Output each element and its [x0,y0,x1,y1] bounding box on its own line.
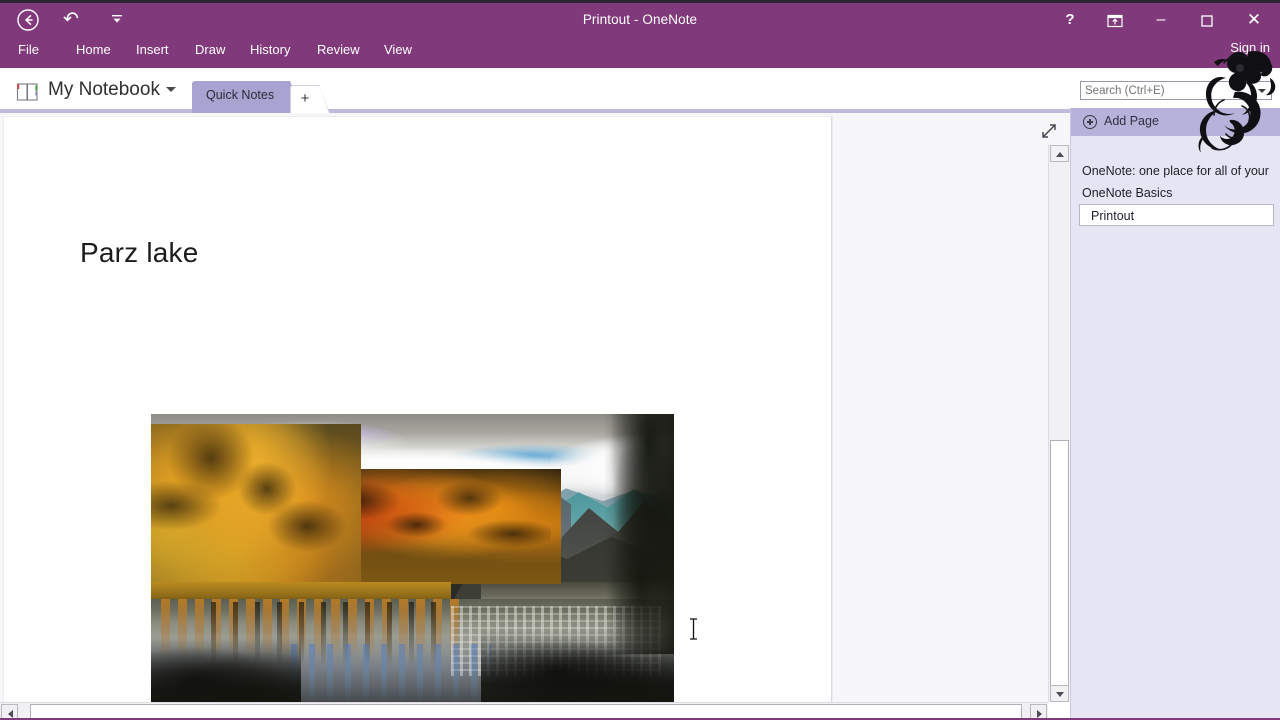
triangle-left-icon [8,709,13,718]
ribbon-display-options-icon[interactable] [1098,6,1132,34]
help-button[interactable]: ? [1053,6,1087,34]
ribbon-tab-review[interactable]: Review [317,38,360,62]
text-cursor-ibeam [689,618,698,640]
chevron-down-icon[interactable] [166,87,176,92]
expand-page-icon[interactable] [1040,122,1058,140]
search-box[interactable] [1080,81,1272,100]
vertical-scrollbar[interactable] [1048,145,1069,702]
ribbon-tab-file[interactable]: File [18,38,39,62]
add-page-button[interactable]: Add Page [1071,108,1280,136]
maximize-button[interactable] [1190,6,1224,34]
note-canvas: Parz lake [0,113,1070,708]
ribbon-tab-history[interactable]: History [250,38,290,62]
page-title[interactable]: Parz lake [80,237,199,269]
scroll-up-button[interactable] [1050,145,1069,162]
page-list-item-printout[interactable]: Printout [1079,204,1274,226]
sign-in-link[interactable]: Sign in [1230,40,1270,55]
minimize-button[interactable]: – [1144,6,1178,34]
notebook-name[interactable]: My Notebook [48,79,160,101]
add-page-label: Add Page [1104,114,1159,128]
onenote-window: Printout - OneNote ↶ File Home Insert Dr… [0,0,1280,720]
close-button[interactable]: ✕ [1237,6,1271,34]
customize-quick-access-icon[interactable] [108,13,126,29]
ribbon-tab-view[interactable]: View [384,38,412,62]
page-list-panel: Add Page OneNote: one place for all of y… [1070,108,1280,720]
plus-circle-icon [1083,115,1097,129]
window-title: Printout - OneNote [582,12,698,27]
add-section-button[interactable]: + [290,85,330,114]
page-list-item-onenote-basics[interactable]: OneNote Basics [1071,182,1280,204]
lake-photo-image[interactable] [151,414,674,708]
vertical-scrollbar-thumb[interactable] [1050,440,1069,688]
triangle-up-icon [1056,152,1064,157]
triangle-right-icon [1037,709,1042,718]
notebook-icon [14,82,42,104]
window-top-edge [0,0,1280,3]
ribbon-tab-draw[interactable]: Draw [195,38,225,62]
note-page-surface[interactable]: Parz lake [4,117,832,708]
undo-icon[interactable]: ↶ [60,10,82,30]
page-list-item-onenote-one-place[interactable]: OneNote: one place for all of your [1071,160,1280,182]
scroll-down-button[interactable] [1050,685,1069,702]
section-tab-quick-notes[interactable]: Quick Notes [192,81,304,113]
ribbon-tab-home[interactable]: Home [76,38,111,62]
search-scope-chevron-icon[interactable] [1258,89,1266,93]
back-icon[interactable] [16,8,40,32]
ribbon-tab-insert[interactable]: Insert [136,38,169,62]
search-input[interactable] [1085,83,1245,98]
title-bar: Printout - OneNote ↶ File Home Insert Dr… [0,0,1280,68]
triangle-down-icon [1056,692,1064,697]
